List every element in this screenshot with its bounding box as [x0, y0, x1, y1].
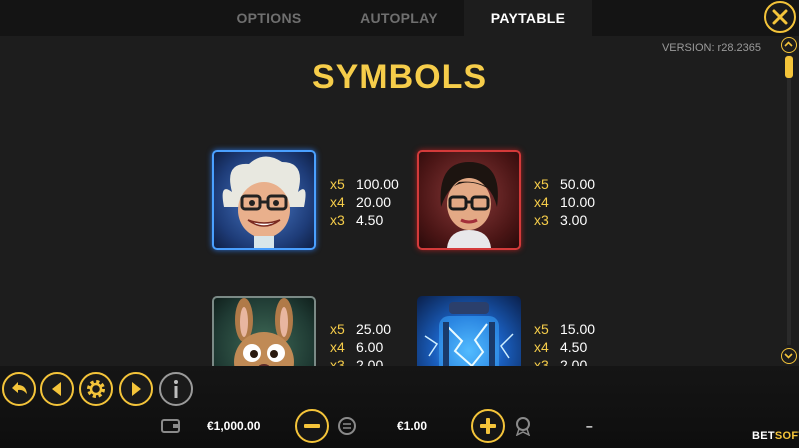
chevron-up-icon	[784, 41, 793, 47]
pay-multiplier: x3	[330, 212, 345, 228]
chevron-down-icon	[784, 353, 793, 359]
pay-row: x5 100.00	[330, 175, 399, 193]
minus-icon	[304, 424, 320, 428]
pay-value: 50.00	[560, 176, 596, 192]
scroll-up-button[interactable]	[781, 37, 797, 53]
pay-row: x4 4.50	[534, 338, 595, 356]
pay-value: 4.50	[560, 339, 588, 355]
scroll-down-button[interactable]	[781, 348, 797, 364]
wallet-icon	[161, 419, 180, 433]
previous-page-button[interactable]	[40, 372, 74, 406]
decrease-bet-button[interactable]	[295, 409, 329, 443]
pay-multiplier: x5	[534, 176, 549, 192]
balance-value: €1,000.00	[207, 419, 261, 433]
pay-multiplier: x3	[534, 212, 549, 228]
tab-options[interactable]: OPTIONS	[205, 0, 333, 36]
increase-bet-button[interactable]	[471, 409, 505, 443]
logo-prefix: BET	[752, 430, 775, 442]
pay-value: 6.00	[356, 339, 384, 355]
info-button[interactable]	[159, 372, 193, 406]
pay-value: 4.50	[356, 212, 384, 228]
pay-row: x4 6.00	[330, 338, 391, 356]
pay-multiplier: x5	[330, 321, 345, 337]
gear-icon	[87, 380, 105, 398]
triangle-left-icon	[52, 382, 61, 396]
triangle-right-icon	[132, 382, 141, 396]
control-bar	[0, 366, 799, 448]
pay-multiplier: x4	[534, 339, 549, 355]
win-value: –	[586, 419, 593, 433]
pay-multiplier: x4	[330, 194, 345, 210]
pay-row: x5 50.00	[534, 175, 595, 193]
section-title: SYMBOLS	[311, 58, 488, 96]
pay-value: 25.00	[356, 321, 392, 337]
info-icon	[174, 380, 178, 398]
tab-autoplay[interactable]: AUTOPLAY	[335, 0, 463, 36]
close-button[interactable]	[764, 1, 796, 33]
professor-symbol-icon	[212, 150, 316, 250]
pay-row: x5 25.00	[330, 320, 391, 338]
pay-multiplier: x4	[534, 194, 549, 210]
betsoft-logo: BETSOFT	[752, 430, 799, 442]
assistant-symbol-icon	[417, 150, 521, 250]
next-page-button[interactable]	[119, 372, 153, 406]
pay-multiplier: x5	[330, 176, 345, 192]
back-button[interactable]	[2, 372, 36, 406]
pay-row: x4 20.00	[330, 193, 399, 211]
plus-icon	[480, 418, 496, 434]
pay-row: x5 15.00	[534, 320, 595, 338]
pay-row: x3 4.50	[330, 211, 399, 229]
settings-button[interactable]	[79, 372, 113, 406]
tab-paytable[interactable]: PAYTABLE	[464, 0, 592, 36]
award-icon	[515, 417, 531, 436]
version-label: VERSION: r28.2365	[661, 42, 761, 54]
professor-paylist: x5 100.00 x4 20.00 x3 4.50	[330, 175, 399, 229]
assistant-paylist: x5 50.00 x4 10.00 x3 3.00	[534, 175, 595, 229]
coins-icon	[338, 417, 356, 435]
pay-multiplier: x4	[330, 339, 345, 355]
pay-value: 3.00	[560, 212, 588, 228]
close-icon	[772, 9, 788, 25]
return-arrow-icon	[12, 382, 27, 394]
pay-row: x3 3.00	[534, 211, 595, 229]
pay-multiplier: x5	[534, 321, 549, 337]
pay-value: 10.00	[560, 194, 596, 210]
pay-value: 15.00	[560, 321, 596, 337]
logo-accent: SOFT	[774, 430, 799, 442]
pay-row: x4 10.00	[534, 193, 595, 211]
pay-value: 100.00	[356, 176, 399, 192]
scroll-track[interactable]	[787, 55, 791, 345]
pay-value: 20.00	[356, 194, 392, 210]
bet-value: €1.00	[397, 419, 428, 433]
